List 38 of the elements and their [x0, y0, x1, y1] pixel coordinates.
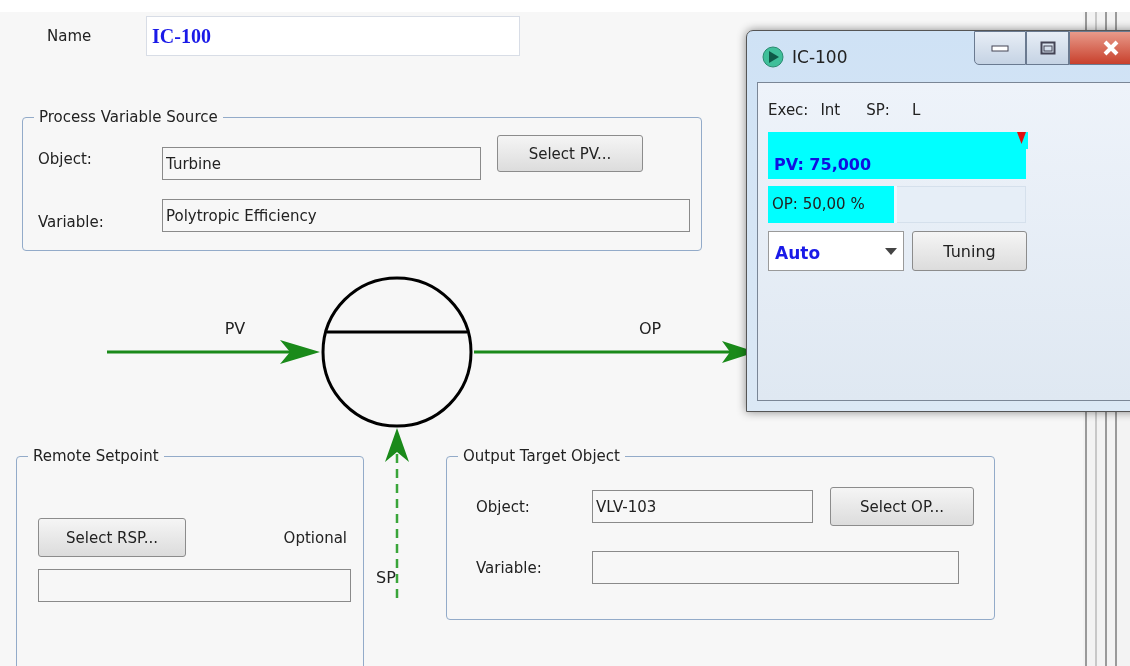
maximize-button[interactable] — [1026, 31, 1069, 65]
sp-label: SP — [376, 568, 396, 587]
minimize-button[interactable] — [974, 31, 1026, 65]
name-field[interactable]: IC-100 — [146, 16, 520, 56]
maximize-icon — [1039, 41, 1056, 55]
pv-label: PV — [224, 319, 246, 338]
caret-icon — [885, 247, 897, 255]
group-title: Output Target Object — [458, 446, 625, 466]
exec-label: Exec: — [768, 101, 809, 119]
marker-icon — [1017, 132, 1026, 144]
close-icon — [1102, 40, 1120, 56]
select-rsp-button[interactable]: Select RSP... — [38, 518, 186, 557]
op-label: OP — [638, 319, 662, 338]
sp-label: SP: — [866, 101, 890, 119]
name-label: Name — [47, 27, 93, 45]
sp-value: L — [911, 101, 921, 119]
object-label: Object: — [38, 150, 93, 168]
window-title: IC-100 — [792, 46, 848, 67]
minimize-icon — [991, 44, 1009, 52]
rsp-field[interactable] — [38, 569, 351, 602]
object-field[interactable]: VLV-103 — [592, 490, 813, 523]
variable-label: Variable: — [476, 558, 543, 577]
mode-dropdown[interactable]: Auto — [768, 231, 904, 271]
pv-reading: PV: 75,000 — [774, 154, 872, 174]
select-pv-button[interactable]: Select PV... — [497, 135, 643, 172]
play-icon — [762, 45, 784, 68]
close-button[interactable] — [1069, 31, 1130, 65]
exec-value: Int — [820, 101, 841, 119]
op-reading: OP: 50,00 % — [772, 195, 865, 213]
group-title: Remote Setpoint — [28, 446, 164, 466]
variable-field[interactable]: Polytropic Efficiency — [162, 199, 690, 232]
tuning-button[interactable]: Tuning — [912, 231, 1027, 271]
optional-label: Optional — [283, 528, 347, 547]
select-op-button[interactable]: Select OP... — [830, 487, 974, 526]
variable-field[interactable] — [592, 551, 959, 584]
object-field[interactable]: Turbine — [162, 147, 481, 180]
variable-label: Variable: — [38, 212, 105, 231]
object-label: Object: — [476, 497, 531, 516]
